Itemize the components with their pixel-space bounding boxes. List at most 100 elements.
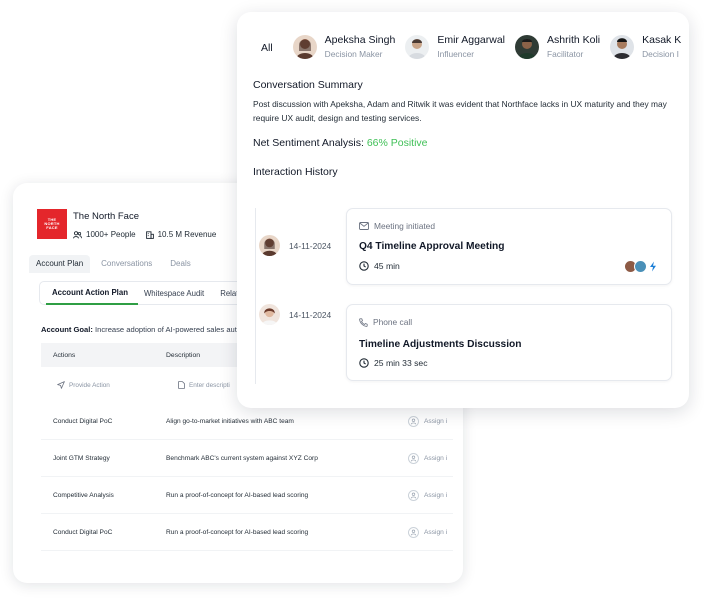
event-title: Q4 Timeline Approval Meeting bbox=[359, 241, 505, 252]
account-tabs: Account Plan Conversations Deals bbox=[29, 255, 202, 273]
participant-role: Decision I bbox=[642, 49, 679, 59]
event-duration: 25 min 33 sec bbox=[359, 358, 428, 368]
sentiment-value: 66% Positive bbox=[366, 137, 428, 149]
tab-account-action-plan[interactable]: Account Action Plan bbox=[46, 281, 138, 305]
net-sentiment: Net Sentiment Analysis: 66% Positive bbox=[253, 137, 428, 149]
history-title: Interaction History bbox=[253, 166, 338, 178]
event-type-label: Phone call bbox=[373, 317, 413, 327]
row-description: Align go-to-market initiatives with ABC … bbox=[166, 417, 294, 425]
goal-text: Increase adoption of AI-powered sales au… bbox=[95, 325, 237, 334]
event-date: 14-11-2024 bbox=[289, 240, 332, 251]
assign-button[interactable]: Assign i bbox=[408, 415, 448, 427]
event-type-label: Meeting initiated bbox=[374, 221, 435, 231]
avatar bbox=[515, 34, 540, 59]
account-goal: Account Goal: Increase adoption of AI-po… bbox=[41, 325, 237, 334]
row-action: Conduct Digital PoC bbox=[53, 528, 113, 536]
description-placeholder: Enter descripti bbox=[189, 381, 230, 389]
participant-name: Emir Aggarwal bbox=[437, 34, 506, 46]
document-icon bbox=[178, 381, 185, 389]
row-action: Joint GTM Strategy bbox=[53, 454, 110, 462]
row-action: Competitive Analysis bbox=[53, 491, 114, 499]
event-card-meeting[interactable]: Meeting initiated Q4 Timeline Approval M… bbox=[346, 208, 672, 285]
row-action: Conduct Digital PoC bbox=[53, 417, 113, 425]
event-type: Phone call bbox=[359, 317, 412, 327]
event-title: Timeline Adjustments Discussion bbox=[359, 339, 522, 350]
table-row[interactable]: Joint GTM Strategy Benchmark ABC's curre… bbox=[41, 440, 453, 477]
company-header: THE NORTH FACE The North Face 1000+ Peop… bbox=[37, 209, 226, 239]
header-actions: Actions bbox=[53, 351, 76, 359]
event-duration-text: 45 min bbox=[374, 261, 400, 271]
mail-icon bbox=[359, 222, 369, 230]
building-icon bbox=[145, 230, 154, 239]
action-placeholder: Provide Action bbox=[69, 381, 110, 389]
bolt-icon bbox=[650, 261, 656, 272]
revenue: 10.5 M Revenue bbox=[145, 230, 217, 239]
avatar bbox=[405, 34, 430, 59]
tab-whitespace-audit[interactable]: Whitespace Audit bbox=[138, 281, 214, 305]
summary-text: Post discussion with Apeksha, Adam and R… bbox=[253, 99, 667, 123]
company-logo: THE NORTH FACE bbox=[37, 209, 67, 239]
event-card-call[interactable]: Phone call Timeline Adjustments Discussi… bbox=[346, 304, 672, 381]
sentiment-label: Net Sentiment Analysis: bbox=[253, 137, 364, 149]
participant-name: Kasak K bbox=[642, 34, 682, 46]
participant-emir[interactable]: Emir Aggarwal Influencer bbox=[405, 34, 505, 59]
event-participants bbox=[624, 260, 657, 273]
participant-apeksha[interactable]: Apeksha Singh Decision Maker bbox=[292, 34, 396, 59]
table-row[interactable]: Conduct Digital PoC Align go-to-market i… bbox=[41, 403, 453, 440]
participant-role: Decision Maker bbox=[324, 49, 383, 59]
people-count: 1000+ People bbox=[73, 230, 136, 239]
action-input[interactable]: Provide Action bbox=[41, 381, 166, 389]
timeline-entry: 14-11-2024 bbox=[259, 235, 331, 256]
avatar bbox=[292, 34, 317, 59]
company-name: The North Face bbox=[73, 211, 139, 222]
clock-icon bbox=[359, 358, 369, 368]
participant-name: Ashrith Koli bbox=[547, 34, 601, 46]
goal-label: Account Goal: bbox=[41, 325, 93, 334]
assign-button[interactable]: Assign i bbox=[408, 526, 448, 538]
tab-account-plan[interactable]: Account Plan bbox=[29, 255, 91, 273]
timeline-line bbox=[255, 208, 256, 384]
avatar bbox=[634, 260, 647, 273]
user-icon bbox=[408, 526, 419, 538]
phone-icon bbox=[359, 317, 368, 327]
people-icon bbox=[73, 230, 82, 238]
assign-label: Assign i bbox=[424, 417, 448, 425]
participant-role: Influencer bbox=[437, 49, 475, 59]
conversation-card: All Apeksha Singh Decision Maker Emir Ag… bbox=[237, 12, 689, 408]
logo-text: FACE bbox=[46, 225, 58, 230]
clock-icon bbox=[359, 261, 369, 271]
event-duration: 45 min bbox=[359, 261, 400, 271]
tab-deals[interactable]: Deals bbox=[163, 255, 197, 273]
assign-label: Assign i bbox=[424, 454, 448, 462]
row-description: Benchmark ABC's current system against X… bbox=[166, 454, 318, 462]
participant-name: Apeksha Singh bbox=[324, 34, 396, 46]
row-description: Run a proof-of-concept for AI-based lead… bbox=[166, 491, 309, 499]
avatar bbox=[259, 235, 280, 256]
people-count-text: 1000+ People bbox=[86, 230, 136, 239]
event-duration-text: 25 min 33 sec bbox=[374, 358, 428, 368]
table-row[interactable]: Conduct Digital PoC Run a proof-of-conce… bbox=[41, 514, 453, 551]
avatar bbox=[259, 304, 280, 325]
participant-role: Facilitator bbox=[547, 49, 584, 59]
assign-button[interactable]: Assign i bbox=[408, 489, 448, 501]
participant-kasak[interactable]: Kasak K Decision I bbox=[610, 34, 681, 59]
event-date: 14-11-2024 bbox=[289, 309, 332, 320]
tab-conversations[interactable]: Conversations bbox=[94, 255, 159, 273]
participant-ashrith[interactable]: Ashrith Koli Facilitator bbox=[515, 34, 600, 59]
filter-all[interactable]: All bbox=[261, 42, 273, 54]
assign-label: Assign i bbox=[424, 528, 448, 536]
avatar bbox=[610, 34, 635, 59]
user-icon bbox=[408, 489, 419, 501]
revenue-text: 10.5 M Revenue bbox=[157, 230, 217, 239]
send-icon bbox=[57, 381, 65, 389]
row-description: Run a proof-of-concept for AI-based lead… bbox=[166, 528, 309, 536]
user-icon bbox=[408, 415, 419, 427]
assign-button[interactable]: Assign i bbox=[408, 452, 448, 464]
timeline-entry: 14-11-2024 bbox=[259, 304, 331, 325]
user-icon bbox=[408, 452, 419, 464]
table-row[interactable]: Competitive Analysis Run a proof-of-conc… bbox=[41, 477, 453, 514]
summary-title: Conversation Summary bbox=[253, 79, 363, 91]
participant-filter: All Apeksha Singh Decision Maker Emir Ag… bbox=[261, 34, 689, 59]
assign-label: Assign i bbox=[424, 491, 448, 499]
event-type: Meeting initiated bbox=[359, 221, 435, 231]
